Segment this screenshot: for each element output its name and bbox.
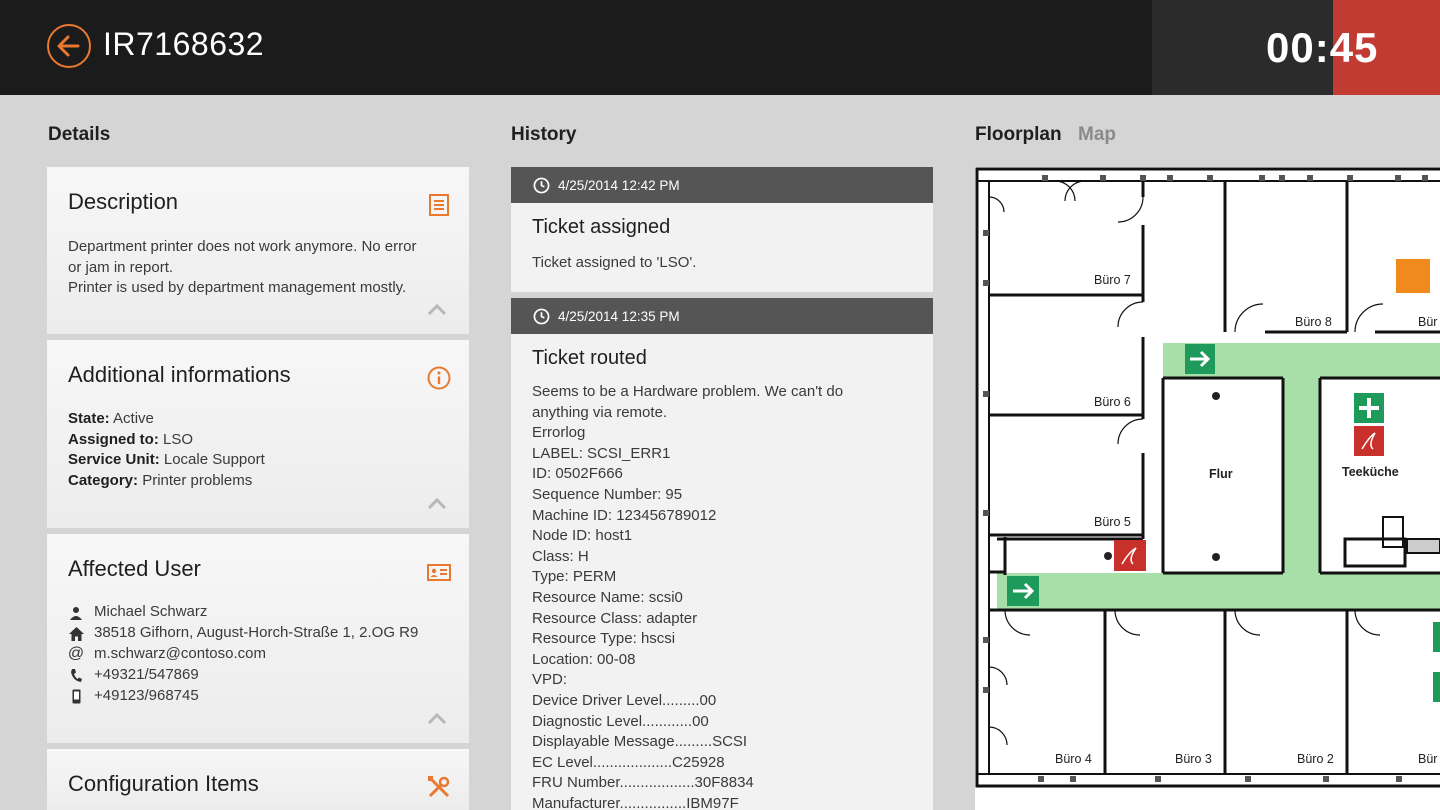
user-mobile[interactable]: +49123/968745 [94,686,199,707]
room-label: Bür [1418,315,1437,329]
info-icon [427,366,451,390]
history-entry: Ticket routed Seems to be a Hardware pro… [511,334,933,810]
tab-floorplan[interactable]: Floorplan [975,124,1062,146]
page-title: IR7168632 [103,26,265,62]
countdown-timer: 00:45 [1266,24,1379,71]
tools-icon [428,776,450,798]
exit-sign-icon [1433,672,1440,702]
additional-info-title: Additional informations [68,362,291,387]
document-icon [429,194,449,216]
phone-icon [71,669,82,682]
smoke-detector-icon [1212,553,1220,561]
user-details: Michael Schwarz 38518 Gifhorn, August-Ho… [68,602,418,707]
affected-user-title: Affected User [68,556,201,581]
history-entry-header: 4/25/2014 12:35 PM [511,298,933,334]
description-text: Department printer does not work anymore… [68,237,416,299]
configuration-items-title: Configuration Items [68,771,259,796]
user-address-row: 38518 Gifhorn, August-Horch-Straße 1, 2.… [68,623,418,644]
info-row-service-unit: Service Unit: Locale Support [68,450,265,471]
at-sign-icon: @ [67,645,85,663]
contact-card-icon [427,564,451,581]
home-icon [68,626,84,641]
person-icon [70,606,82,620]
tab-map[interactable]: Map [1078,124,1116,146]
room-label: Büro 8 [1295,315,1332,329]
description-title: Description [68,189,179,214]
history-timestamp: 4/25/2014 12:35 PM [558,308,680,324]
clock-icon [533,308,550,324]
room-label: Büro 4 [1055,752,1092,766]
additional-info-card: Additional informations State: Active As… [47,340,469,528]
chevron-up-icon[interactable] [427,304,447,316]
info-value: Locale Support [163,451,265,469]
corridor [1283,343,1320,573]
room-label: Flur [1209,467,1233,481]
info-value: LSO [163,430,194,448]
defibrillator-icon [1354,426,1384,456]
floorplan-drawing: Büro 7 Büro 8 Bür Büro 6 Flur Teeküche B… [975,167,1440,788]
history-heading: History [511,124,577,145]
history-timestamp: 4/25/2014 12:42 PM [558,177,680,193]
user-address: 38518 Gifhorn, August-Horch-Straße 1, 2.… [94,624,419,642]
info-value: Active [113,410,154,427]
defibrillator-icon [1114,540,1146,571]
description-line: or jam in report. [68,258,174,276]
history-entry-title: Ticket routed [532,347,647,369]
info-row-category: Category: Printer problems [68,471,265,492]
history-entry-text: Seems to be a Hardware problem. We can't… [532,383,844,810]
chevron-up-icon[interactable] [427,713,447,725]
info-row-assigned: Assigned to: LSO [68,430,265,451]
top-bar: IR7168632 00:45 [0,0,1440,95]
clock-icon [533,177,550,193]
room-label: Büro 5 [1094,515,1131,529]
room-label: Teeküche [1342,465,1399,479]
description-card: Description Department printer does not … [47,167,469,334]
description-line: Printer is used by department management… [68,279,407,297]
back-button[interactable] [47,24,91,68]
details-heading: Details [48,124,111,145]
user-phone-row: +49321/547869 [68,665,418,686]
info-key: Assigned to: [68,430,159,448]
additional-info-list: State: Active Assigned to: LSO Service U… [68,409,265,491]
mobile-phone-icon [72,689,80,704]
smoke-detector-icon [1104,552,1112,560]
info-key: Service Unit: [68,451,160,469]
info-key: Category: [68,471,139,489]
first-aid-icon [1433,622,1440,652]
room-label: Bür [1418,752,1437,766]
room-label: Büro 7 [1094,273,1131,287]
user-phone[interactable]: +49321/547869 [94,665,199,686]
history-entry-text: Ticket assigned to 'LSO'. [532,254,697,271]
user-name: Michael Schwarz [94,603,208,621]
info-row-state: State: Active [68,409,265,430]
history-entry-title: Ticket assigned [532,216,671,238]
printer-marker[interactable] [1396,259,1430,293]
user-name-row: Michael Schwarz [68,602,418,623]
room-label: Büro 3 [1175,752,1212,766]
user-email[interactable]: m.schwarz@contoso.com [94,644,266,665]
floorplan-view[interactable]: Büro 7 Büro 8 Bür Büro 6 Flur Teeküche B… [975,167,1440,810]
history-entry-header: 4/25/2014 12:42 PM [511,167,933,203]
description-line: Department printer does not work anymore… [68,238,417,255]
info-key: State: [68,410,110,427]
room-label: Büro 2 [1297,752,1334,766]
chevron-up-icon[interactable] [427,498,447,510]
affected-user-card: Affected User Michael Schwarz 38518 Gifh… [47,534,469,743]
room-label: Büro 6 [1094,395,1131,409]
user-mobile-row: +49123/968745 [68,686,418,707]
smoke-detector-icon [1212,392,1220,400]
history-entry: Ticket assigned Ticket assigned to 'LSO'… [511,203,933,292]
corridor [997,573,1440,611]
configuration-items-card[interactable]: Configuration Items [47,749,469,810]
info-value: Printer problems [142,471,253,489]
user-email-row: @ m.schwarz@contoso.com [68,644,418,665]
back-arrow-icon [57,35,80,57]
